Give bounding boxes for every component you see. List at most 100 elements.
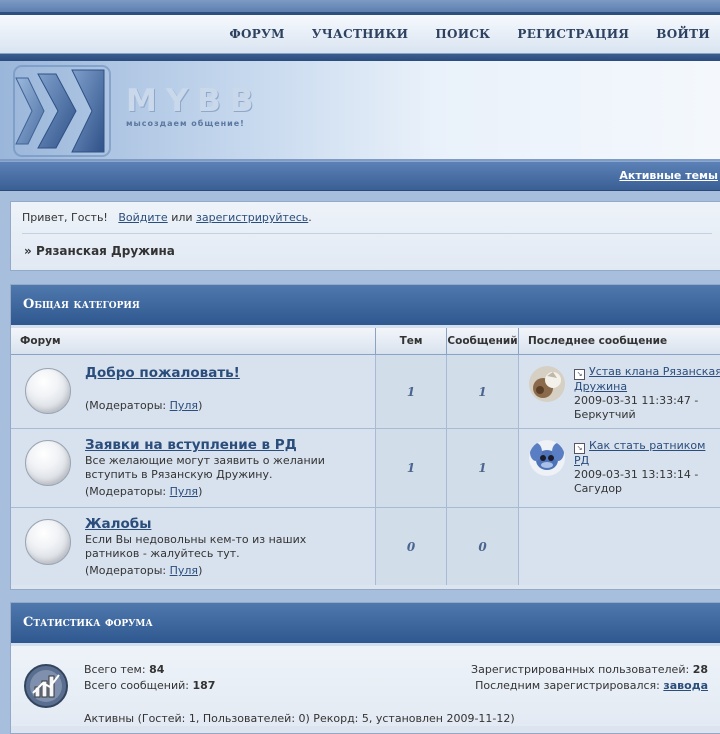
registered-users-label: Зарегистрированных пользователей: — [471, 663, 690, 676]
mybb-logo-icon[interactable] — [12, 64, 112, 158]
moderators-label: (Модераторы: — [85, 485, 167, 498]
logo-wordmark: MYBB — [126, 83, 263, 119]
active-topics-link[interactable]: Активные темы — [619, 169, 718, 182]
forum-description: Все желающие могут заявить о желании вст… — [85, 454, 325, 481]
stats-totals: Всего тем: 84 Всего сообщений: 187 — [84, 662, 215, 694]
category-title: Общая категория — [23, 297, 140, 312]
moderator-link[interactable]: Пуля — [170, 485, 198, 498]
last-post-cell: ↘ Как стать ратником РД 2009-03-31 13:13:… — [519, 429, 720, 507]
site-header: MYBB мысоздаем общение! — [0, 61, 720, 161]
last-post-date: 2009-03-31 11:33:47 - — [574, 394, 699, 407]
last-post-author: Сагудор — [574, 482, 623, 495]
welcome-line: Привет, Гость! Войдите или зарегистрируй… — [11, 202, 720, 224]
forum-cell: Заявки на вступление в РД Все желающие м… — [11, 429, 376, 507]
total-posts-value: 187 — [192, 679, 216, 692]
moderator-link[interactable]: Пуля — [170, 564, 198, 577]
moderators-label: (Модераторы: — [85, 399, 167, 412]
total-topics-label: Всего тем: — [84, 663, 146, 676]
stats-block: Статистика форума Всего тем: 84 Всего со… — [10, 602, 720, 734]
forum-info: Добро пожаловать! (Модераторы: Пуля) — [85, 355, 240, 428]
stats-active-line: Активны (Гостей: 1, Пользователей: 0) Ре… — [84, 712, 515, 725]
last-post-info: ↘ Устав клана Рязанская Дружина 2009-03-3… — [565, 365, 720, 428]
last-post-link[interactable]: Устав клана Рязанская Дружина — [574, 365, 720, 393]
forum-description — [85, 382, 240, 396]
forum-row: Добро пожаловать! (Модераторы: Пуля) 1 1… — [11, 355, 720, 429]
forum-info: Заявки на вступление в РД Все желающие м… — [85, 429, 335, 507]
breadcrumb-current: Рязанская Дружина — [35, 244, 175, 258]
last-post-cell: ↘ Устав клана Рязанская Дружина 2009-03-3… — [519, 355, 720, 428]
forum-status-icon — [25, 519, 71, 565]
last-post-icon[interactable]: ↘ — [574, 443, 585, 454]
forum-moderators: (Модераторы: Пуля) — [85, 564, 335, 578]
last-post-date: 2009-03-31 13:13:14 - — [574, 468, 699, 481]
breadcrumb: » Рязанская Дружина — [11, 234, 720, 268]
forum-posts-count: 1 — [447, 355, 519, 428]
last-post-cell — [519, 508, 720, 585]
category-block: Общая категория Форум Тем Сообщений Посл… — [10, 284, 720, 590]
total-topics-value: 84 — [149, 663, 165, 676]
forum-description: Если Вы недовольны кем-то из наших ратни… — [85, 533, 307, 560]
moderators-label: (Модераторы: — [85, 564, 167, 577]
welcome-panel: Привет, Гость! Войдите или зарегистрируй… — [10, 201, 720, 271]
stats-users: Зарегистрированных пользователей: 28 Пос… — [471, 662, 708, 694]
login-link[interactable]: Войдите — [118, 211, 167, 224]
moderators-end: ) — [198, 564, 203, 577]
forum-topics-count: 1 — [376, 355, 447, 428]
registered-users-value: 28 — [692, 663, 708, 676]
forum-posts-count: 0 — [447, 508, 519, 585]
col-forum: Форум — [11, 328, 376, 354]
nav-login[interactable]: ВОЙТИ — [656, 27, 710, 41]
forum-topics-count: 1 — [376, 429, 447, 507]
total-posts-label: Всего сообщений: — [84, 679, 189, 692]
forum-row: Жалобы Если Вы недовольны кем-то из наши… — [11, 508, 720, 585]
greeting-text: Привет, Гость! — [22, 211, 108, 224]
col-topics: Тем — [376, 328, 447, 354]
moderators-end: ) — [198, 399, 203, 412]
register-link[interactable]: зарегистрируйтесь — [196, 211, 308, 224]
active-topics-bar: Активные темы — [0, 161, 720, 191]
forum-link[interactable]: Заявки на вступление в РД — [85, 438, 297, 452]
nav-register[interactable]: РЕГИСТРАЦИЯ — [517, 27, 629, 41]
forum-topics-count: 0 — [376, 508, 447, 585]
forum-row: Заявки на вступление в РД Все желающие м… — [11, 429, 720, 508]
forum-posts-count: 1 — [447, 429, 519, 507]
last-post-icon[interactable]: ↘ — [574, 369, 585, 380]
logo-slogan: мысоздаем общение! — [126, 119, 245, 128]
moderator-link[interactable]: Пуля — [170, 399, 198, 412]
stats-title: Статистика форума — [23, 615, 153, 630]
main-nav: ФОРУМ УЧАСТНИКИ ПОИСК РЕГИСТРАЦИЯ ВОЙТИ — [0, 15, 720, 54]
forum-link[interactable]: Жалобы — [85, 517, 151, 531]
top-strip — [0, 0, 720, 15]
forum-status-icon — [25, 440, 71, 486]
moderators-end: ) — [198, 485, 203, 498]
last-post-link[interactable]: Как стать ратником РД — [574, 439, 705, 467]
forum-info: Жалобы Если Вы недовольны кем-то из наши… — [85, 508, 335, 585]
forum-table-header: Форум Тем Сообщений Последнее сообщение — [11, 328, 720, 355]
forum-moderators: (Модераторы: Пуля) — [85, 485, 335, 499]
nav-members[interactable]: УЧАСТНИКИ — [312, 27, 409, 41]
col-last-post: Последнее сообщение — [528, 335, 668, 347]
nav-divider — [0, 54, 720, 61]
forum-link[interactable]: Добро пожаловать! — [85, 366, 240, 380]
breadcrumb-separator: » — [24, 244, 32, 258]
col-posts: Сообщений — [447, 328, 519, 354]
avatar[interactable] — [529, 366, 565, 402]
last-registered-label: Последним зарегистрировался: — [475, 679, 660, 692]
or-text: или — [171, 211, 193, 224]
avatar[interactable] — [529, 440, 565, 476]
nav-search[interactable]: ПОИСК — [435, 27, 490, 41]
logo-text: MYBB мысоздаем общение! — [126, 85, 263, 128]
period-text: . — [308, 211, 312, 224]
last-registered-user-link[interactable]: завода — [663, 679, 708, 692]
forum-cell: Добро пожаловать! (Модераторы: Пуля) — [11, 355, 376, 428]
stats-header: Статистика форума — [11, 603, 720, 646]
stats-chart-icon — [24, 664, 68, 708]
forum-moderators: (Модераторы: Пуля) — [85, 399, 240, 413]
nav-forum[interactable]: ФОРУМ — [229, 27, 284, 41]
forum-status-icon — [25, 368, 71, 414]
last-post-author: Беркутчий — [574, 408, 636, 421]
last-post-info: ↘ Как стать ратником РД 2009-03-31 13:13:… — [565, 439, 720, 507]
stats-body: Всего тем: 84 Всего сообщений: 187 Зарег… — [11, 646, 720, 726]
category-header: Общая категория — [11, 285, 720, 328]
forum-cell: Жалобы Если Вы недовольны кем-то из наши… — [11, 508, 376, 585]
